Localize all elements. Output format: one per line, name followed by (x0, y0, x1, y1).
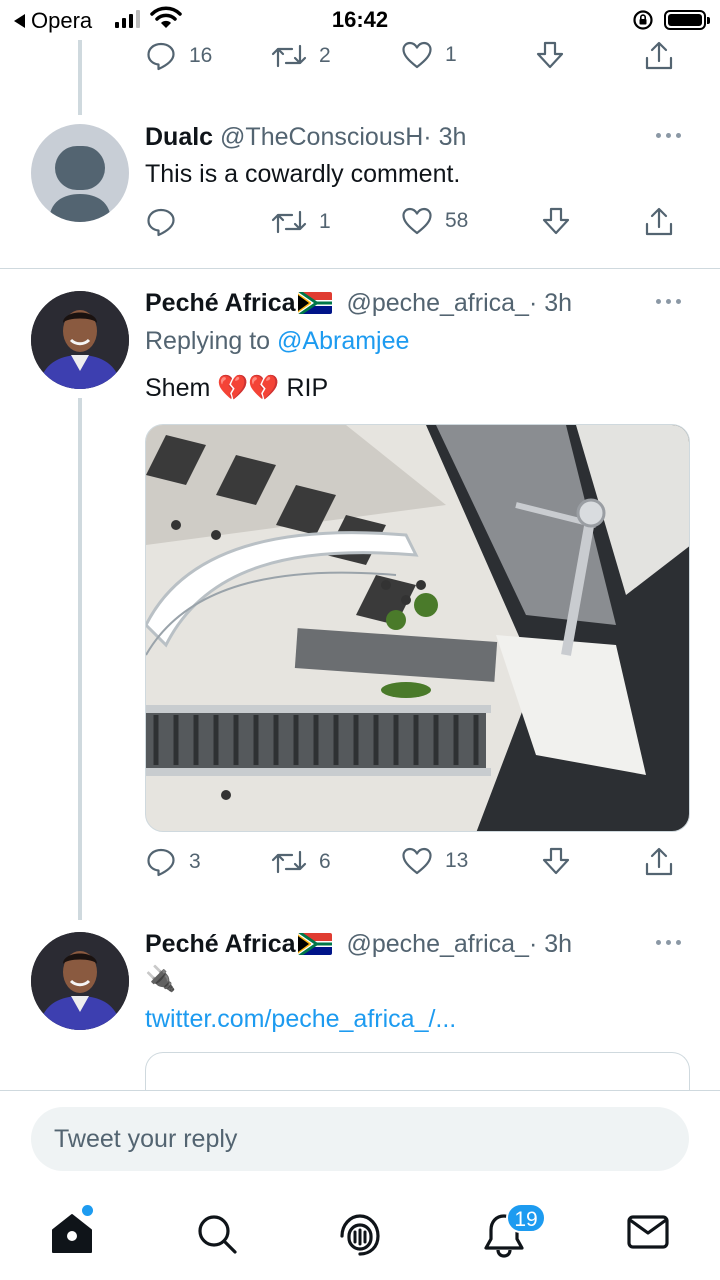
like-count: 13 (445, 849, 469, 872)
download-icon (536, 41, 564, 69)
tweet-link[interactable]: twitter.com/peche_africa_/... (145, 1005, 456, 1034)
default-avatar-icon (49, 146, 111, 222)
retweet-count: 6 (319, 850, 331, 873)
home-icon (52, 1214, 92, 1253)
like-count: 58 (445, 209, 469, 232)
avatar[interactable] (31, 932, 129, 1030)
tweet-text: 🔌 (145, 965, 177, 993)
heart-icon (402, 207, 432, 235)
tweet-text: Shem 💔💔 RIP (145, 374, 329, 402)
tweet-actions: 3 6 13 (145, 846, 690, 886)
replying-to-handle[interactable]: @Abramjee (277, 327, 409, 355)
handle[interactable]: @peche_africa_ (347, 289, 529, 317)
reply-icon (147, 208, 175, 237)
thread-line (78, 40, 82, 115)
thread-line (78, 398, 82, 920)
profile-photo (31, 291, 129, 389)
reply-count: 16 (189, 44, 213, 67)
messages-icon (627, 1215, 669, 1249)
download-icon (542, 847, 570, 875)
more-options-icon[interactable] (656, 299, 681, 304)
share-button[interactable] (643, 846, 675, 878)
save-button[interactable] (535, 40, 565, 72)
escalator-photo (146, 425, 689, 831)
timestamp: · 3h (423, 123, 467, 151)
retweet-button[interactable]: 2 (271, 40, 331, 72)
retweet-icon (271, 44, 307, 68)
heart-icon (402, 847, 432, 875)
heart-icon (402, 41, 432, 69)
tweet-header: Peché Africa @peche_africa_· 3h (145, 930, 572, 959)
search-icon (198, 1215, 237, 1254)
save-button[interactable] (541, 206, 571, 238)
nav-spaces[interactable] (338, 1212, 382, 1263)
share-icon (645, 847, 673, 876)
south-africa-flag-icon (297, 933, 332, 955)
south-africa-flag-icon (297, 292, 332, 314)
spaces-icon (340, 1214, 380, 1256)
share-icon (645, 207, 673, 236)
handle[interactable]: @TheConsciousH (220, 123, 423, 151)
replying-to: Replying to @Abramjee (145, 327, 409, 356)
tweet-actions: 1 58 (145, 206, 690, 246)
handle[interactable]: @peche_africa_ (347, 930, 529, 958)
share-button[interactable] (643, 206, 675, 238)
tweet-text: This is a cowardly comment. (145, 160, 461, 188)
reply-input[interactable] (31, 1107, 689, 1171)
save-button[interactable] (541, 846, 571, 878)
avatar[interactable] (31, 291, 129, 389)
timestamp: · 3h (528, 289, 573, 317)
like-count: 1 (445, 43, 457, 66)
clock: 16:42 (331, 7, 389, 32)
nav-home[interactable] (50, 1212, 94, 1259)
share-button[interactable] (643, 40, 675, 72)
status-bar: Opera 16:42 (0, 0, 720, 40)
retweet-count: 2 (319, 44, 331, 67)
replying-label: Replying to (145, 327, 271, 355)
display-name[interactable]: Peché Africa (145, 930, 296, 958)
retweet-icon (271, 850, 307, 874)
retweet-icon (271, 210, 307, 234)
tweet-header: Peché Africa @peche_africa_· 3h (145, 289, 572, 318)
home-new-indicator (82, 1205, 93, 1216)
more-options-icon[interactable] (656, 133, 681, 138)
battery-icon (664, 10, 710, 30)
download-icon (542, 207, 570, 235)
profile-photo (31, 932, 129, 1030)
display-name[interactable]: Dualc (145, 123, 213, 151)
notifications-badge: 19 (506, 1203, 546, 1233)
share-icon (645, 41, 673, 70)
retweet-count: 1 (319, 210, 331, 233)
rotation-lock-icon (633, 10, 653, 30)
more-options-icon[interactable] (656, 940, 681, 945)
divider (0, 268, 720, 269)
tweet-actions: 16 2 1 (145, 40, 690, 80)
nav-search[interactable] (195, 1212, 239, 1261)
avatar[interactable] (31, 124, 129, 222)
tweet-header: Dualc @TheConsciousH· 3h (145, 123, 466, 152)
like-button[interactable]: 1 (401, 40, 457, 70)
timestamp: · 3h (528, 930, 573, 958)
tweet-photo[interactable] (145, 424, 690, 832)
reply-icon (147, 42, 175, 71)
display-name[interactable]: Peché Africa (145, 289, 296, 317)
reply-button[interactable]: 3 (145, 846, 201, 878)
reply-button[interactable]: 16 (145, 40, 212, 72)
retweet-button[interactable]: 1 (271, 206, 331, 238)
reply-icon (147, 848, 175, 877)
like-button[interactable]: 58 (401, 206, 468, 236)
like-button[interactable]: 13 (401, 846, 468, 876)
retweet-button[interactable]: 6 (271, 846, 331, 878)
reply-count: 3 (189, 850, 201, 873)
reply-button[interactable] (145, 206, 189, 238)
nav-messages[interactable] (626, 1212, 670, 1257)
